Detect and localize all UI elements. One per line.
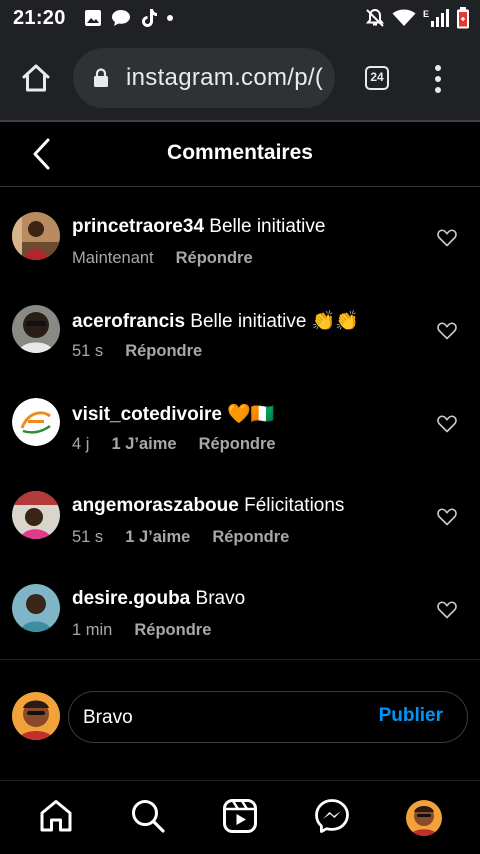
- bottom-nav: [0, 780, 480, 854]
- status-bar: 21:20 E: [0, 0, 480, 36]
- url-text[interactable]: instagram.com/p/(: [126, 64, 323, 92]
- signal-icon: [431, 9, 449, 27]
- comment-time: Maintenant: [72, 249, 154, 267]
- comment-text: Belle initiative: [204, 216, 326, 237]
- comment-item: acerofrancis Belle initiative 👏👏 51 s Rép…: [0, 295, 480, 388]
- reply-button[interactable]: Répondre: [176, 249, 253, 267]
- comment-text: Bravo: [190, 588, 246, 609]
- browser-toolbar: instagram.com/p/( 24: [0, 36, 480, 122]
- avatar[interactable]: [12, 584, 60, 632]
- comment-composer: Publier: [68, 691, 468, 743]
- publish-button[interactable]: Publier: [379, 705, 443, 727]
- comment-text: Félicitations: [238, 495, 345, 516]
- comment-input[interactable]: [81, 704, 365, 732]
- gallery-icon: [85, 10, 101, 26]
- comment-text: 🧡🇨🇮: [221, 404, 275, 425]
- tabs-icon[interactable]: 24: [365, 66, 389, 90]
- messenger-icon[interactable]: [314, 798, 350, 834]
- comment-time: 1 min: [72, 621, 113, 639]
- home-icon[interactable]: [20, 62, 52, 94]
- address-bar[interactable]: instagram.com/p/(: [73, 48, 335, 108]
- heart-icon[interactable]: [437, 415, 457, 433]
- comment-item: angemoraszaboue Félicitations 51 s 1 J’ai…: [0, 481, 480, 574]
- likes-count[interactable]: 1 J’aime: [125, 528, 190, 546]
- reply-button[interactable]: Répondre: [199, 435, 276, 453]
- heart-icon[interactable]: [437, 229, 457, 247]
- avatar[interactable]: [12, 212, 60, 260]
- wifi-icon: [392, 9, 416, 26]
- notification-dot: [167, 15, 173, 21]
- more-vertical-icon[interactable]: [426, 64, 450, 94]
- search-icon[interactable]: [130, 798, 166, 834]
- avatar[interactable]: [12, 398, 60, 446]
- avatar[interactable]: [12, 491, 60, 539]
- comment-time: 51 s: [72, 342, 104, 360]
- comment-username[interactable]: angemoraszaboue: [72, 495, 239, 516]
- comment-item: princetraore34 Belle initiative Maintena…: [0, 202, 480, 295]
- comment-text: Belle initiative 👏👏: [185, 311, 360, 332]
- reply-button[interactable]: Répondre: [125, 342, 202, 360]
- heart-icon[interactable]: [437, 322, 457, 340]
- chat-bubble-icon: [112, 10, 130, 26]
- comment-username[interactable]: desire.gouba: [72, 588, 190, 609]
- comment-username[interactable]: princetraore34: [72, 216, 204, 237]
- avatar: [12, 692, 60, 740]
- reels-icon[interactable]: [222, 798, 258, 834]
- reply-button[interactable]: Répondre: [212, 528, 289, 546]
- comment-time: 51 s: [72, 528, 104, 546]
- comment-item: desire.gouba Bravo 1 min Répondre: [0, 574, 480, 667]
- network-type: E: [422, 9, 429, 19]
- likes-count[interactable]: 1 J’aime: [111, 435, 176, 453]
- profile-avatar[interactable]: [406, 800, 442, 836]
- tiktok-icon: [142, 9, 157, 27]
- heart-icon[interactable]: [437, 601, 457, 619]
- status-time: 21:20: [13, 7, 66, 29]
- divider: [0, 659, 480, 660]
- battery-low-icon: [457, 7, 469, 29]
- comment-username[interactable]: acerofrancis: [72, 311, 185, 332]
- reply-button[interactable]: Répondre: [134, 621, 211, 639]
- heart-icon[interactable]: [437, 508, 457, 526]
- comments-header: Commentaires: [0, 122, 480, 187]
- comment-item: visit_cotedivoire 🧡🇨🇮 4 j 1 J’aime Répondr…: [0, 388, 480, 481]
- page-title: Commentaires: [167, 141, 313, 164]
- mute-bell-icon: [365, 8, 385, 27]
- comment-time: 4 j: [72, 435, 90, 453]
- lock-icon[interactable]: [93, 68, 109, 88]
- home-icon[interactable]: [38, 798, 74, 834]
- comment-username[interactable]: visit_cotedivoire: [72, 404, 222, 425]
- avatar[interactable]: [12, 305, 60, 353]
